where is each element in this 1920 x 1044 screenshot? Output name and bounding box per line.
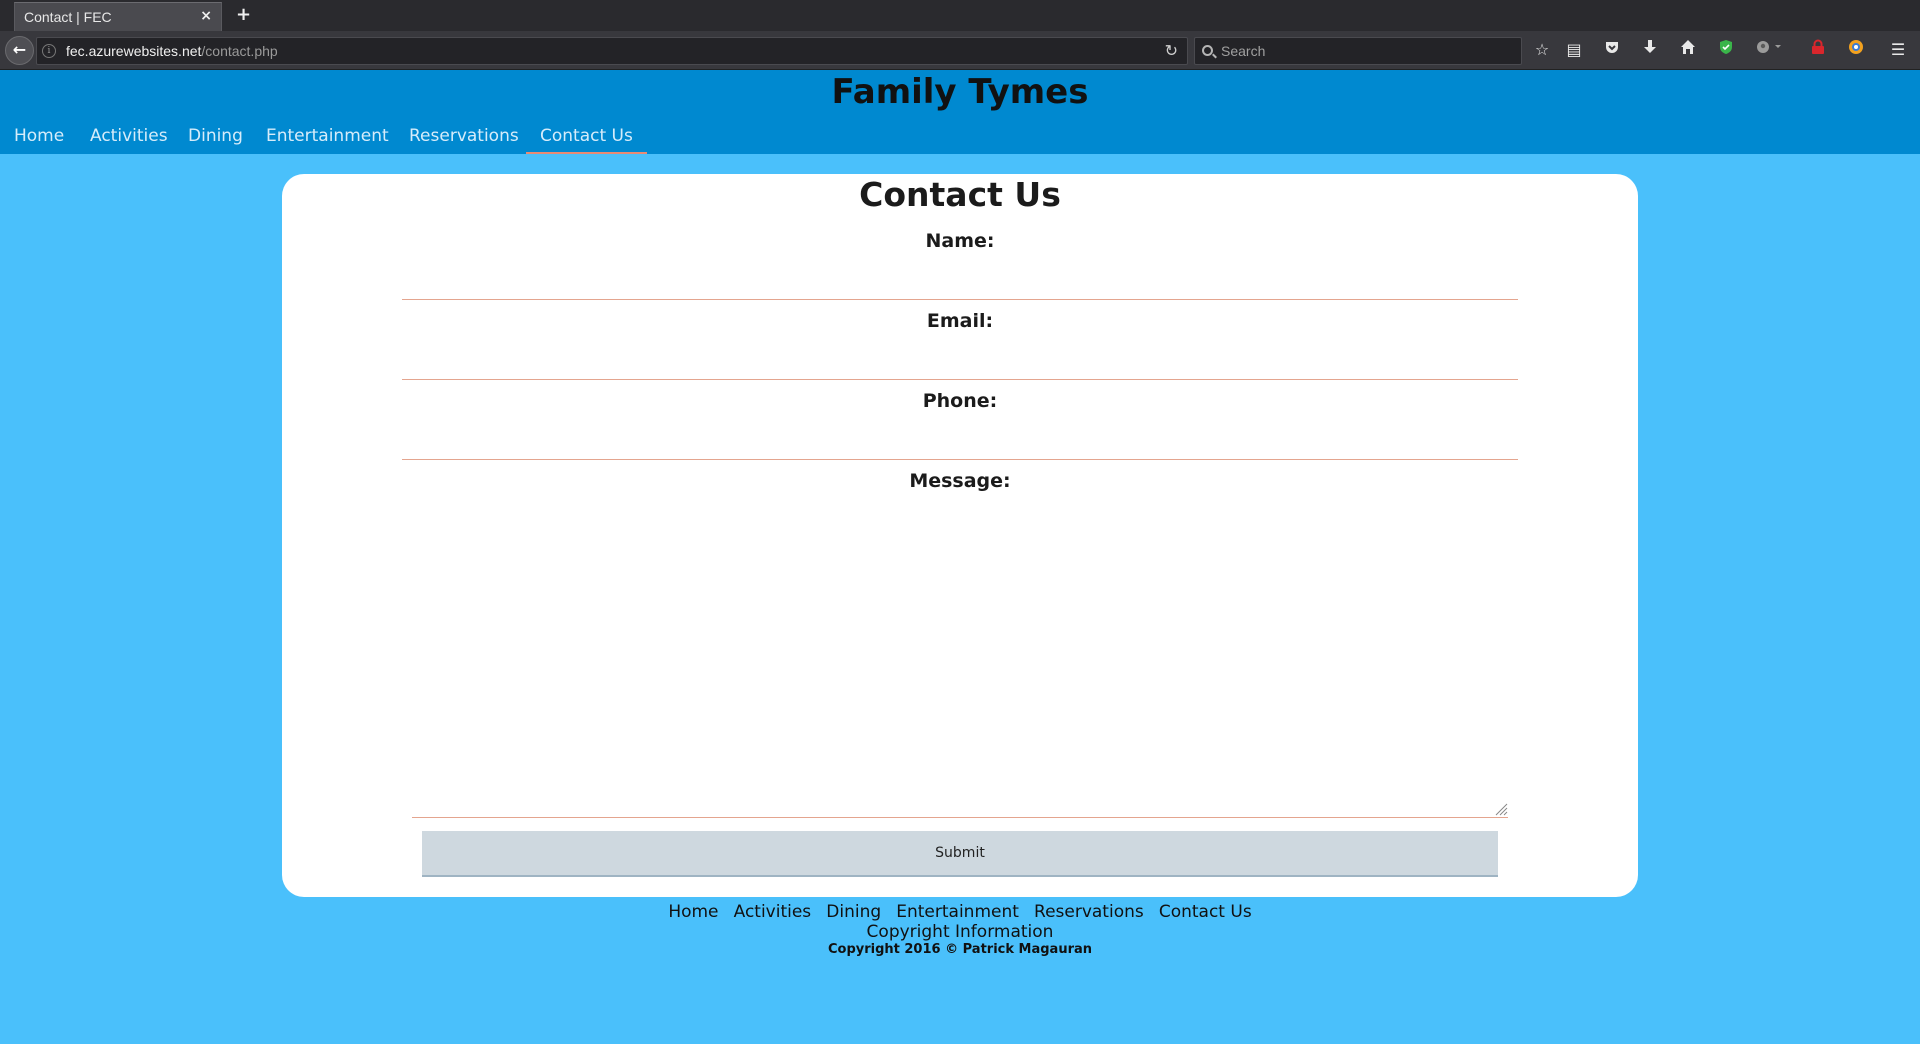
search-placeholder: Search: [1221, 43, 1266, 59]
download-icon[interactable]: [1639, 39, 1661, 61]
nav-activities[interactable]: Activities: [90, 118, 168, 154]
url-text[interactable]: fec.azurewebsites.net/contact.php: [66, 43, 278, 59]
site-header: Family Tymes Home Activities Dining Ente…: [0, 70, 1920, 154]
submit-button[interactable]: Submit: [422, 831, 1498, 877]
nav-home[interactable]: Home: [14, 118, 64, 154]
tab-title: Contact | FEC: [24, 9, 112, 25]
url-bar[interactable]: i fec.azurewebsites.net/contact.php ↻: [36, 37, 1188, 65]
nav-reservations[interactable]: Reservations: [409, 118, 519, 154]
pocket-icon[interactable]: [1601, 39, 1623, 61]
contact-card: Contact Us Name: Email: Phone: Message: …: [282, 174, 1638, 897]
shield-extension-icon[interactable]: [1715, 39, 1737, 61]
footer-nav: Home Activities Dining Entertainment Res…: [0, 902, 1920, 922]
nav-dining[interactable]: Dining: [188, 118, 243, 154]
site-title: Family Tymes: [831, 72, 1089, 112]
footer-link-reservations[interactable]: Reservations: [1034, 902, 1144, 922]
browser-toolbar: ← i fec.azurewebsites.net/contact.php ↻ …: [0, 31, 1920, 70]
email-label: Email:: [926, 310, 994, 332]
footer-link-home[interactable]: Home: [668, 902, 718, 922]
footer-link-entertainment[interactable]: Entertainment: [896, 902, 1019, 922]
hamburger-menu-icon[interactable]: ☰: [1887, 39, 1909, 61]
footer-link-contact-us[interactable]: Contact Us: [1159, 902, 1252, 922]
footer-link-activities[interactable]: Activities: [734, 902, 812, 922]
browser-tab-strip: Contact | FEC × +: [0, 0, 1920, 31]
url-domain: fec.azurewebsites.net: [66, 43, 202, 59]
browser-extension-icon[interactable]: [1845, 39, 1867, 61]
copyright-text: Copyright 2016 © Patrick Magauran: [827, 942, 1093, 957]
resize-grip-icon[interactable]: [1494, 802, 1508, 816]
page-title: Contact Us: [859, 175, 1061, 214]
footer-link-dining[interactable]: Dining: [826, 902, 881, 922]
search-icon: [1202, 45, 1213, 56]
home-icon[interactable]: [1677, 39, 1699, 61]
phone-label: Phone:: [922, 390, 998, 412]
message-textarea[interactable]: [412, 488, 1508, 818]
browser-search-bar[interactable]: Search: [1194, 37, 1522, 65]
bookmark-star-icon[interactable]: ☆: [1531, 39, 1553, 61]
browser-tab[interactable]: Contact | FEC ×: [14, 2, 222, 31]
nav-contact-us[interactable]: Contact Us: [526, 118, 647, 154]
lock-extension-icon[interactable]: [1807, 39, 1829, 61]
copyright-information-link[interactable]: Copyright Information: [0, 922, 1920, 942]
reading-list-icon[interactable]: ▤: [1563, 39, 1585, 61]
new-tab-icon[interactable]: +: [236, 4, 251, 25]
url-path: /contact.php: [201, 43, 278, 59]
close-tab-icon[interactable]: ×: [200, 8, 212, 24]
name-label: Name:: [925, 230, 995, 252]
site-info-icon[interactable]: i: [42, 44, 56, 58]
name-field[interactable]: [402, 270, 1518, 300]
user-menu-icon[interactable]: [1753, 39, 1787, 61]
back-button[interactable]: ←: [5, 36, 34, 65]
phone-field[interactable]: [402, 430, 1518, 460]
email-field[interactable]: [402, 350, 1518, 380]
nav-entertainment[interactable]: Entertainment: [266, 118, 389, 154]
reload-icon[interactable]: ↻: [1165, 41, 1178, 60]
